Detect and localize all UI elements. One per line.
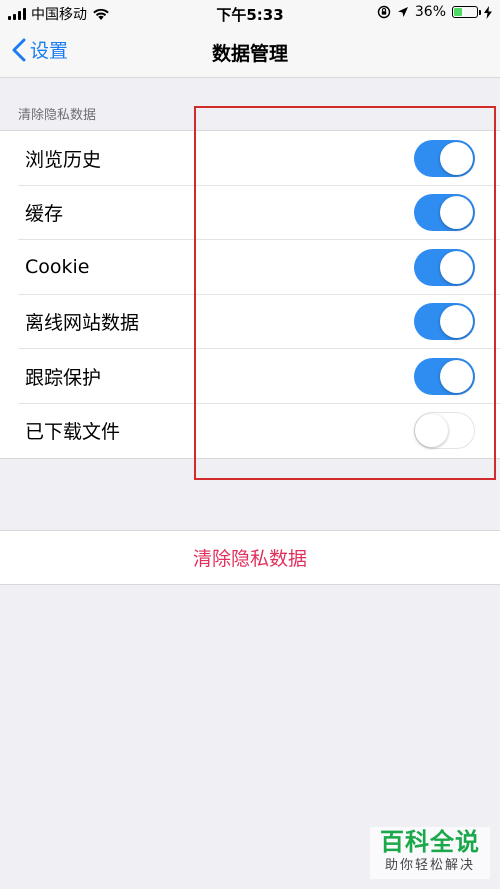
toggle-switch[interactable]	[414, 139, 475, 177]
list-item-label: 缓存	[25, 203, 64, 226]
list-item: 缓存	[0, 186, 500, 240]
battery-icon	[452, 6, 481, 18]
charging-bolt-icon	[484, 5, 492, 19]
section-header: 清除隐私数据	[18, 108, 97, 123]
toggle-switch[interactable]	[414, 357, 475, 395]
toggle-knob	[440, 250, 473, 284]
toggle-switch[interactable]	[414, 412, 475, 450]
list-item: 离线网站数据	[0, 295, 500, 349]
page-title: 数据管理	[211, 43, 288, 65]
clear-private-data-button[interactable]: 清除隐私数据	[193, 544, 307, 571]
toggle-switch[interactable]	[414, 194, 475, 232]
list-item-label: 浏览历史	[25, 148, 102, 171]
list-item: 跟踪保护	[0, 349, 500, 404]
privacy-data-list: 浏览历史缓存 Cookie 离线网站数据 跟踪保护已下载文件	[0, 130, 500, 459]
navigation-bar: 设置 数据管理	[0, 26, 500, 78]
toggle-knob	[440, 359, 473, 393]
toggle-knob	[440, 196, 473, 230]
toggle-knob	[440, 305, 473, 339]
status-right: 36%	[377, 4, 492, 20]
status-bar: 中国移动 下午5:33 36%	[0, 0, 500, 26]
toggle-knob	[440, 141, 473, 175]
list-item-label: Cookie	[25, 256, 90, 279]
location-arrow-icon	[397, 7, 408, 17]
toggle-knob	[415, 414, 448, 448]
watermark-title: 百科全说	[380, 828, 480, 856]
battery-percent: 36%	[414, 4, 446, 20]
orientation-lock-icon	[377, 5, 391, 19]
list-item: Cookie	[0, 240, 500, 295]
toggle-switch[interactable]	[414, 248, 475, 286]
clear-section: 清除隐私数据	[0, 530, 500, 585]
watermark-subtitle: 助你轻松解决	[384, 858, 475, 873]
list-item: 已下载文件	[0, 404, 500, 459]
watermark-logo: 百科全说 助你轻松解决	[370, 827, 490, 879]
list-item-label: 已下载文件	[25, 421, 121, 444]
list-item-label: 跟踪保护	[25, 366, 102, 389]
toggle-switch[interactable]	[414, 303, 475, 341]
list-item-label: 离线网站数据	[25, 312, 140, 335]
list-item: 浏览历史	[0, 131, 500, 186]
